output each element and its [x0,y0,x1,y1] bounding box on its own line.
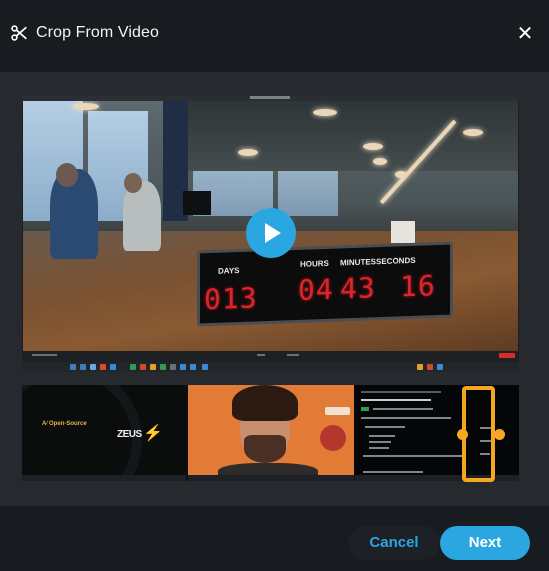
lightning-icon: ⚡ [143,425,163,442]
countdown-clock: DAYS HOURS MINUTES SECONDS 013 04 43 16 [197,241,453,327]
dialog-header: Crop From Video ✕ [0,0,549,72]
clock-minutes-value: 43 [340,271,376,306]
clock-label-seconds: SECONDS [376,255,416,267]
zeus-logo: ZEUS [117,429,142,440]
crop-handle-right[interactable] [494,429,505,440]
clock-hours-value: 04 [298,272,334,307]
clock-label-days: DAYS [218,265,240,276]
cancel-button[interactable]: Cancel [348,526,440,560]
crop-handle-left[interactable] [457,429,468,440]
video-taskbar-strip [22,362,519,372]
clock-seconds-value: 16 [400,269,436,304]
scissors-icon [11,25,27,41]
video-embedded-toolbar [22,351,519,362]
filmstrip[interactable]: A⁄ Open-Source ZEUS ⚡ [22,385,519,481]
filmstrip-frame-intro: A⁄ Open-Source ZEUS ⚡ [22,385,186,481]
close-button[interactable]: ✕ [515,24,535,44]
title-group: Crop From Video [10,24,159,42]
clock-label-hours: HOURS [300,258,329,269]
next-button[interactable]: Next [440,526,530,560]
clock-days-value: 013 [204,281,258,317]
play-button[interactable] [246,208,296,258]
dialog-title: Crop From Video [36,24,160,41]
intro-caption: A⁄ Open-Source [42,421,87,427]
filmstrip-frame-webcam [188,385,354,481]
clock-label-minutes: MINUTES [340,257,376,268]
close-icon[interactable]: ✕ [517,23,534,45]
